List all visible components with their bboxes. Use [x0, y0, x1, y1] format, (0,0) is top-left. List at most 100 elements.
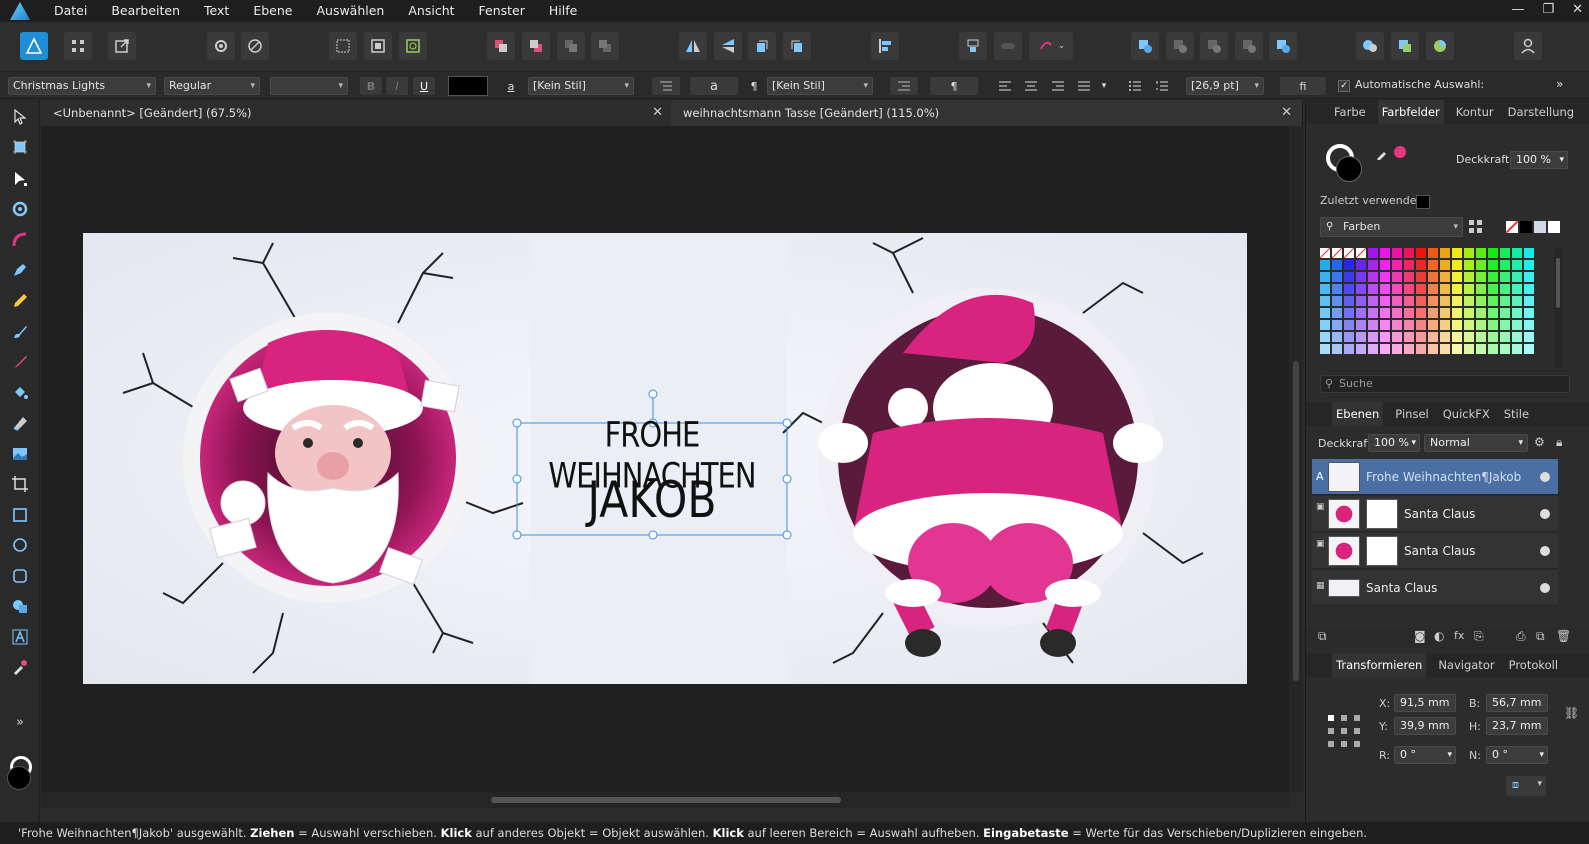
- color-swatch[interactable]: [1368, 344, 1378, 354]
- color-swatch[interactable]: [1452, 248, 1462, 258]
- color-swatch[interactable]: [1368, 296, 1378, 306]
- layer-row-text[interactable]: A Frohe Weihnachten¶Jakob: [1312, 459, 1558, 495]
- color-swatch[interactable]: [1524, 332, 1534, 342]
- visibility-toggle[interactable]: [1540, 509, 1550, 519]
- color-swatch[interactable]: [1356, 332, 1366, 342]
- color-swatch[interactable]: [1416, 296, 1426, 306]
- text-frame-button[interactable]: [652, 77, 680, 95]
- group-expand-icon[interactable]: ▣: [1316, 539, 1325, 549]
- tab-farbfelder[interactable]: Farbfelder: [1377, 100, 1444, 124]
- color-swatch[interactable]: [1452, 284, 1462, 294]
- color-swatch[interactable]: [1380, 344, 1390, 354]
- color-swatch[interactable]: [1344, 248, 1354, 258]
- color-swatch[interactable]: [1356, 296, 1366, 306]
- bold-button[interactable]: B: [360, 77, 382, 95]
- font-style-select[interactable]: Regular ▾: [164, 77, 260, 95]
- text-tool[interactable]: [8, 625, 32, 649]
- brush-layer-icon[interactable]: ⎘: [1474, 629, 1484, 644]
- fx-icon[interactable]: fx: [1454, 629, 1464, 642]
- flip-horizontal-button[interactable]: [679, 32, 707, 60]
- italic-button[interactable]: I: [386, 77, 408, 95]
- color-swatch[interactable]: [1380, 296, 1390, 306]
- x-field[interactable]: 91,5 mm: [1394, 694, 1456, 712]
- adjustment-icon[interactable]: ◐: [1434, 629, 1444, 643]
- color-swatch[interactable]: [1344, 344, 1354, 354]
- palette-menu-icon[interactable]: [1469, 220, 1483, 234]
- color-swatch[interactable]: [1476, 272, 1486, 282]
- color-swatch[interactable]: [1476, 248, 1486, 258]
- color-swatch[interactable]: [1476, 296, 1486, 306]
- color-swatch[interactable]: [1332, 332, 1342, 342]
- link-aspect-icon[interactable]: ⛓︎: [1564, 706, 1579, 720]
- color-swatch[interactable]: [1452, 272, 1462, 282]
- color-swatch[interactable]: [1404, 296, 1414, 306]
- color-swatch[interactable]: [1488, 296, 1498, 306]
- horizontal-scrollbar[interactable]: [41, 792, 1289, 808]
- color-swatch[interactable]: [1320, 344, 1330, 354]
- divide-shape-button[interactable]: [1269, 32, 1297, 60]
- visibility-toggle[interactable]: [1540, 472, 1550, 482]
- move-tool[interactable]: [8, 105, 32, 129]
- menu-datei[interactable]: Datei: [42, 0, 99, 22]
- color-swatch[interactable]: [1500, 344, 1510, 354]
- color-swatch[interactable]: [1320, 260, 1330, 270]
- align-center-text-button[interactable]: [1020, 77, 1042, 95]
- tab-transformieren[interactable]: Transformieren: [1332, 653, 1427, 677]
- color-swatch[interactable]: [1464, 344, 1474, 354]
- color-swatch[interactable]: [1332, 344, 1342, 354]
- color-swatch[interactable]: [1416, 344, 1426, 354]
- none-swatch[interactable]: [1505, 220, 1519, 234]
- color-swatch[interactable]: [1524, 272, 1534, 282]
- move-back-one-button[interactable]: [522, 32, 550, 60]
- color-swatch[interactable]: [1476, 308, 1486, 318]
- color-swatch[interactable]: [1404, 260, 1414, 270]
- color-swatch[interactable]: [1368, 332, 1378, 342]
- tab-farbe[interactable]: Farbe: [1332, 100, 1368, 124]
- color-swatch[interactable]: [1392, 332, 1402, 342]
- add-layer-icon[interactable]: ⎙: [1516, 629, 1526, 644]
- swatch-search-input[interactable]: ⚲ Suche: [1320, 375, 1570, 393]
- color-swatch[interactable]: [1380, 308, 1390, 318]
- color-swatch[interactable]: [1452, 320, 1462, 330]
- ligature-button[interactable]: fi: [1280, 77, 1326, 95]
- color-swatch[interactable]: [1404, 320, 1414, 330]
- boolean-toggle-button[interactable]: [994, 32, 1022, 60]
- anchor-point-selector[interactable]: [1326, 713, 1362, 749]
- tab-kontur[interactable]: Kontur: [1454, 100, 1496, 124]
- rounded-rectangle-tool[interactable]: [8, 564, 32, 588]
- vertical-scrollbar[interactable]: [1289, 126, 1303, 792]
- color-swatch[interactable]: [1464, 296, 1474, 306]
- bullets-button[interactable]: [1124, 77, 1146, 95]
- color-swatch[interactable]: [1344, 308, 1354, 318]
- color-swatch[interactable]: [1320, 296, 1330, 306]
- color-swatch[interactable]: [1512, 320, 1522, 330]
- color-swatch[interactable]: [1476, 344, 1486, 354]
- more-tools-icon[interactable]: »: [8, 710, 32, 734]
- color-swatch[interactable]: [1416, 284, 1426, 294]
- color-swatch[interactable]: [1500, 248, 1510, 258]
- color-swatch[interactable]: [1500, 332, 1510, 342]
- canvas-area[interactable]: FROHE WEIHNACHTEN JAKOB: [41, 126, 1289, 792]
- menu-ebene[interactable]: Ebene: [241, 0, 304, 22]
- color-swatch[interactable]: [1356, 284, 1366, 294]
- height-field[interactable]: 23,7 mm: [1486, 717, 1548, 735]
- color-swatch[interactable]: [1524, 284, 1534, 294]
- color-swatch[interactable]: [1392, 296, 1402, 306]
- color-swatch[interactable]: [1392, 260, 1402, 270]
- paragraph-style-select[interactable]: [Kein Stil] ▾: [767, 77, 873, 95]
- subtract-shape-button[interactable]: [1166, 32, 1194, 60]
- font-family-select[interactable]: Christmas Lights ▾: [8, 77, 156, 95]
- color-swatch[interactable]: [1392, 248, 1402, 258]
- color-swatch[interactable]: [1368, 320, 1378, 330]
- color-swatch[interactable]: [1464, 248, 1474, 258]
- pencil-tool[interactable]: [8, 289, 32, 313]
- color-swatch[interactable]: [1476, 260, 1486, 270]
- tab-protokoll[interactable]: Protokoll: [1507, 653, 1560, 677]
- menu-text[interactable]: Text: [192, 0, 241, 22]
- color-swatch[interactable]: [1320, 332, 1330, 342]
- trash-icon[interactable]: 🗑︎: [1556, 629, 1571, 643]
- character-style-select[interactable]: [Kein Stil] ▾: [528, 77, 634, 95]
- color-swatch[interactable]: [1380, 320, 1390, 330]
- color-swatch[interactable]: [1320, 308, 1330, 318]
- lock-icon[interactable]: 🔒︎: [1556, 435, 1562, 450]
